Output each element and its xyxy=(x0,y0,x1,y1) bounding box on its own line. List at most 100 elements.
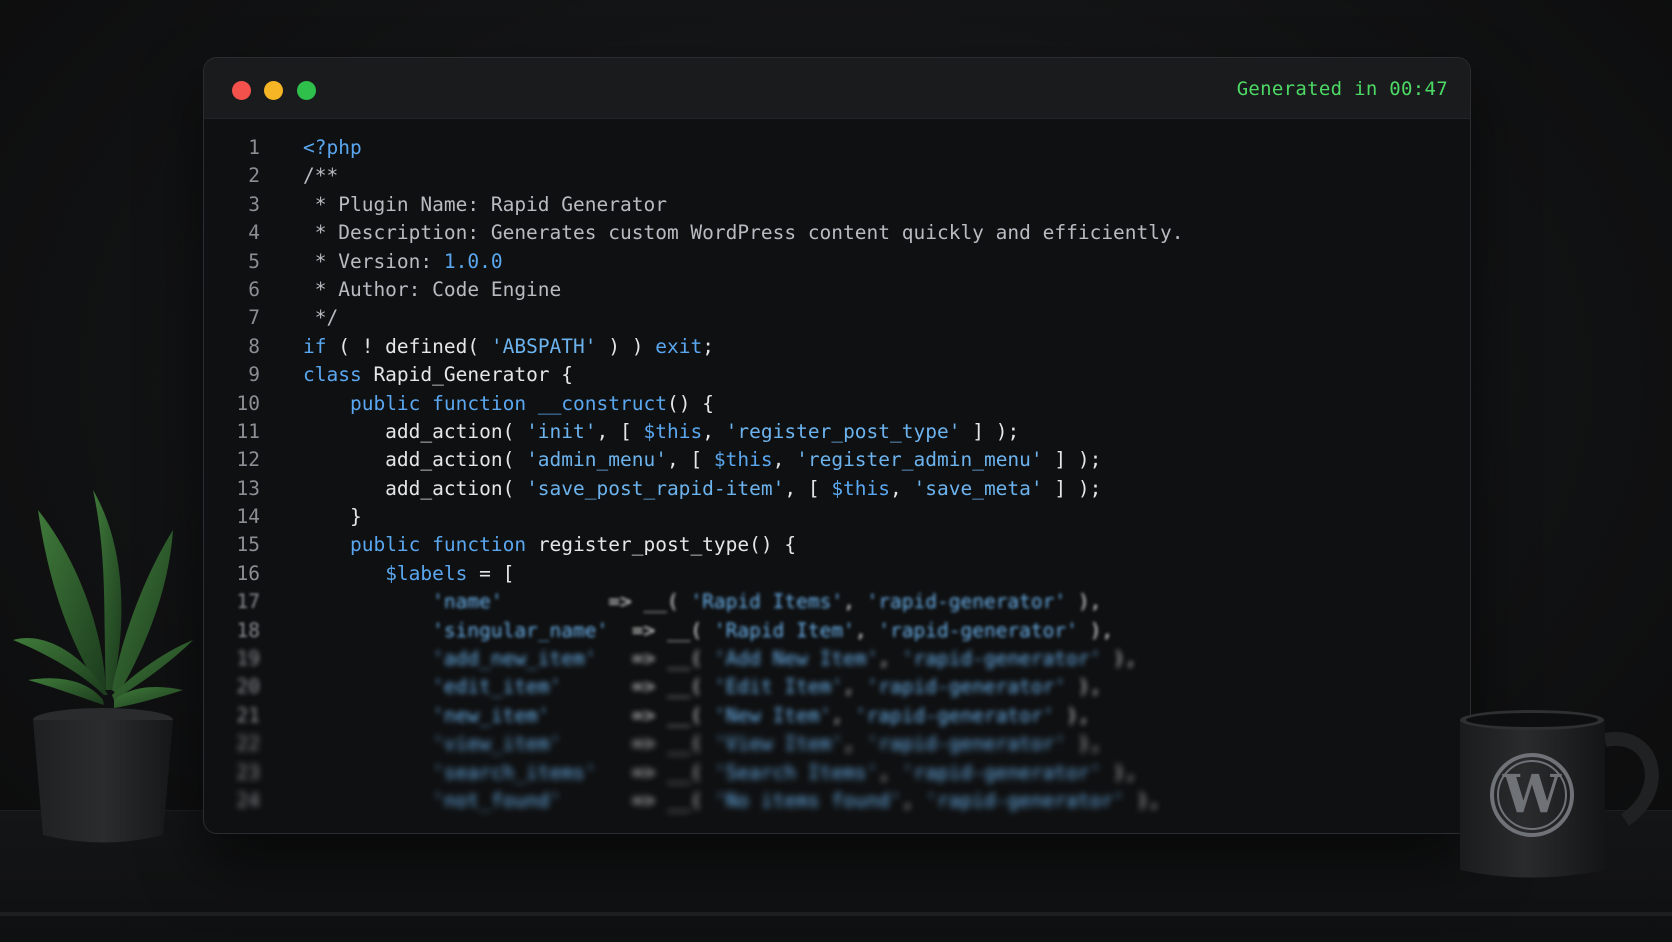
code-token: 'rapid-generator' xyxy=(878,618,1078,642)
code-token: */ xyxy=(303,306,339,330)
code-token: 'register_post_type' xyxy=(725,419,961,443)
close-button[interactable] xyxy=(232,81,251,100)
code-text: public function register_post_type() { xyxy=(303,531,796,559)
code-token: 'View Item' xyxy=(713,732,844,756)
code-line: 2 /** xyxy=(204,162,1470,190)
code-token: , xyxy=(843,590,867,614)
code-token: 'rapid-generator' xyxy=(854,703,1055,727)
code-token: , xyxy=(890,476,914,500)
code-token: 'admin_menu' xyxy=(526,448,667,472)
code-text: } xyxy=(303,503,362,531)
window-titlebar: Generated in 00:47 xyxy=(204,58,1470,119)
wordpress-mug: W xyxy=(1460,710,1659,878)
code-token: 'rapid-generator' xyxy=(901,760,1102,784)
code-token: 'rapid-generator' xyxy=(866,675,1067,699)
code-text: add_action( 'save_post_rapid-item', [ $t… xyxy=(303,475,1101,503)
code-token: ; xyxy=(702,334,714,358)
code-token: => __( xyxy=(561,732,714,756)
code-token: , xyxy=(878,647,902,671)
code-token: * Version: xyxy=(303,249,444,273)
code-token: * Plugin Name: Rapid Generator xyxy=(303,192,667,216)
maximize-button[interactable] xyxy=(297,81,316,100)
code-token: 'ABSPATH' xyxy=(490,334,597,358)
code-token: ), xyxy=(1124,788,1161,812)
line-number: 23 xyxy=(236,760,260,784)
code-token: 'add_new_item' xyxy=(432,647,597,671)
potted-plant xyxy=(13,490,193,843)
code-token: , xyxy=(854,618,879,642)
line-number: 24 xyxy=(236,788,260,812)
code-token: <?php xyxy=(303,136,362,159)
code-token: ), xyxy=(1066,675,1102,699)
code-token: => __( xyxy=(608,618,714,642)
code-line: 22 'view_item' => __( 'View Item', 'rapi… xyxy=(204,730,1470,758)
line-number: 9 xyxy=(248,363,260,387)
code-token: ), xyxy=(1054,703,1090,727)
line-number: 13 xyxy=(236,476,260,500)
line-number: 18 xyxy=(236,618,260,642)
code-token: add_action( xyxy=(303,419,527,443)
code-token: 'Rapid Items' xyxy=(690,590,844,614)
line-number: 8 xyxy=(248,334,260,358)
code-token: ] ); xyxy=(960,419,1020,443)
code-token: ] ); xyxy=(1042,476,1102,500)
code-token: , xyxy=(772,448,797,472)
code-token: , [ xyxy=(784,476,832,500)
code-token: ), xyxy=(1066,732,1102,756)
code-token: if xyxy=(303,334,327,358)
code-token: 'singular_name' xyxy=(432,618,609,642)
code-line: 11 add_action( 'init', [ $this, 'registe… xyxy=(204,418,1470,446)
code-token: , xyxy=(878,760,902,784)
line-number: 7 xyxy=(248,306,260,330)
line-number: 15 xyxy=(236,533,260,557)
line-number: 16 xyxy=(236,561,260,585)
wordpress-icon: W xyxy=(1490,753,1574,837)
code-token: 'save_meta' xyxy=(913,476,1043,500)
code-token: ) ) xyxy=(596,334,656,358)
code-token: 'Edit Item' xyxy=(713,675,844,699)
code-token: /** xyxy=(303,164,339,188)
code-token: 'Rapid Item' xyxy=(713,618,855,642)
code-text: * Author: Code Engine xyxy=(303,276,562,304)
code-text: public function __construct() { xyxy=(303,390,714,418)
code-token: 'save_post_rapid-item' xyxy=(526,476,785,500)
code-token: ), xyxy=(1077,618,1114,642)
code-text: 'singular_name' => __( 'Rapid Item', 'ra… xyxy=(303,617,1113,645)
code-token: , xyxy=(843,675,867,699)
code-text: add_action( 'admin_menu', [ $this, 'regi… xyxy=(303,446,1101,474)
code-token: add_action( xyxy=(303,476,527,500)
code-token: 'view_item' xyxy=(432,732,562,756)
code-token: => __( xyxy=(502,590,691,614)
code-token: 'rapid-generator' xyxy=(866,732,1067,756)
code-token: add_action( xyxy=(303,448,527,472)
line-number: 2 xyxy=(248,164,260,188)
code-token: => __( xyxy=(596,647,714,671)
code-token: 'init' xyxy=(526,419,597,443)
minimize-button[interactable] xyxy=(264,81,283,100)
code-token: 'Add New Item' xyxy=(713,647,879,671)
code-text: */ xyxy=(303,304,339,332)
code-token: $this xyxy=(831,476,891,500)
line-number: 12 xyxy=(236,448,260,472)
code-line: 17 'name' => __( 'Rapid Items', 'rapid-g… xyxy=(204,588,1470,616)
code-line: 7 */ xyxy=(204,304,1470,332)
code-editor-window: Generated in 00:47 1 <?php 2 /** 3 * Plugin … xyxy=(203,57,1471,834)
code-text: * Plugin Name: Rapid Generator xyxy=(303,191,667,219)
code-line: 13 add_action( 'save_post_rapid-item', [… xyxy=(204,475,1470,503)
code-text: 'search_items' => __( 'Search Items', 'r… xyxy=(303,759,1136,787)
code-text: <?php xyxy=(303,134,362,162)
code-token: __construct xyxy=(537,391,667,415)
code-token: , [ xyxy=(666,448,714,472)
code-area[interactable]: 1 <?php 2 /** 3 * Plugin Name: Rapid Generat… xyxy=(204,134,1470,815)
code-token: 'rapid-generator' xyxy=(925,788,1125,812)
code-line: 6 * Author: Code Engine xyxy=(204,276,1470,304)
